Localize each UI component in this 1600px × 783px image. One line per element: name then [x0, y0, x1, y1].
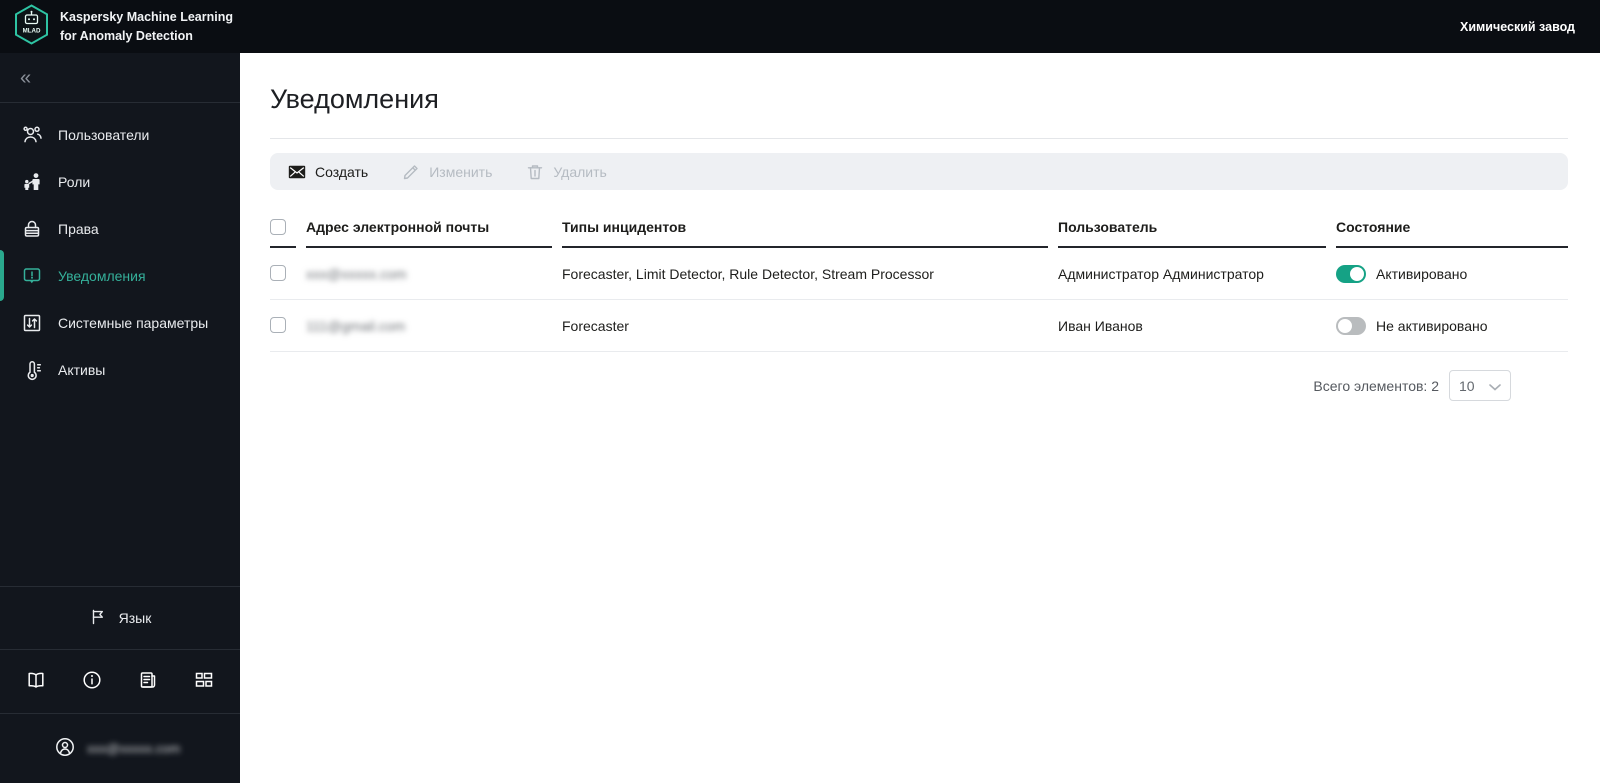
state-cell: Не активировано	[1336, 316, 1568, 335]
toggle-knob	[1338, 318, 1352, 333]
incident-types-cell: Forecaster	[562, 317, 629, 334]
language-button[interactable]: Язык	[0, 586, 240, 649]
sidebar-item-system-parameters[interactable]: Системные параметры	[0, 299, 240, 346]
book-icon	[25, 669, 47, 694]
sidebar-item-permissions[interactable]: Права	[0, 205, 240, 252]
sidebar-item-label: Права	[58, 220, 99, 237]
user-cell: Иван Иванов	[1058, 317, 1143, 334]
notifications-table: Адрес электронной почты Типы инцидентов …	[270, 219, 1568, 352]
envelope-icon	[288, 165, 306, 179]
column-header-email: Адрес электронной почты	[306, 219, 552, 248]
state-toggle[interactable]	[1336, 264, 1366, 283]
table-row: 111@gmail.com Forecaster Иван Иванов Не …	[270, 300, 1568, 352]
user-cell: Администратор Администратор	[1058, 265, 1264, 282]
roles-icon	[21, 171, 43, 193]
sidebar-item-notifications[interactable]: Уведомления	[0, 250, 240, 301]
select-all-cell	[270, 219, 296, 248]
flag-icon	[89, 608, 107, 629]
components-button[interactable]	[193, 669, 215, 694]
tenant-name: Химический завод	[1460, 19, 1575, 34]
row-checkbox[interactable]	[270, 264, 286, 281]
table-row: xxx@xxxxx.com Forecaster, Limit Detector…	[270, 248, 1568, 300]
sidebar-item-assets[interactable]: Активы	[0, 346, 240, 393]
edit-button-label: Изменить	[429, 163, 493, 180]
column-header-state: Состояние	[1336, 219, 1568, 248]
total-items-label: Всего элементов: 2	[1313, 377, 1439, 394]
select-all-checkbox[interactable]	[270, 219, 286, 235]
page-title: Уведомления	[270, 84, 439, 114]
sidebar-nav: Пользователи Роли Права Уведомления Сист…	[0, 103, 240, 393]
create-button-label: Создать	[315, 163, 369, 180]
sidebar-links-row	[0, 649, 240, 713]
mlad-logo-icon: MLAD	[13, 3, 50, 50]
lock-icon	[21, 218, 43, 240]
incident-types-cell: Forecaster, Limit Detector, Rule Detecto…	[562, 265, 934, 282]
active-item-indicator	[0, 250, 4, 301]
pagination: Всего элементов: 2 10	[270, 370, 1568, 401]
create-button[interactable]: Создать	[278, 157, 378, 186]
notification-bubble-icon	[21, 265, 43, 287]
app-title: Kaspersky Machine Learning for Anomaly D…	[60, 9, 233, 43]
column-header-user: Пользователь	[1058, 219, 1326, 248]
checkbox-cell	[270, 264, 296, 283]
chevron-down-icon	[1489, 378, 1501, 394]
language-label: Язык	[118, 610, 152, 626]
email-cell: 111@gmail.com	[306, 317, 406, 334]
edit-button[interactable]: Изменить	[392, 157, 502, 186]
user-account[interactable]: xxx@xxxxx.com	[0, 713, 240, 783]
news-button[interactable]	[137, 669, 159, 694]
sidebar-item-label: Уведомления	[58, 267, 146, 284]
widgets-icon	[193, 669, 215, 694]
user-email: xxx@xxxxx.com	[87, 741, 181, 756]
title-divider	[270, 138, 1568, 139]
person-circle-icon	[54, 736, 76, 761]
sidebar-item-roles[interactable]: Роли	[0, 158, 240, 205]
email-cell: xxx@xxxxx.com	[306, 265, 407, 282]
sidebar-item-label: Системные параметры	[58, 314, 209, 331]
delete-button[interactable]: Удалить	[516, 157, 616, 186]
about-button[interactable]	[81, 669, 103, 694]
state-toggle[interactable]	[1336, 316, 1366, 335]
topbar: MLAD Kaspersky Machine Learning for Anom…	[0, 0, 1600, 53]
main-content: Уведомления Создать Изменить Удалить Адр…	[240, 53, 1600, 783]
info-icon	[81, 669, 103, 694]
column-header-incident-types: Типы инцидентов	[562, 219, 1048, 248]
row-checkbox[interactable]	[270, 316, 286, 333]
documentation-button[interactable]	[25, 669, 47, 694]
toolbar: Создать Изменить Удалить	[270, 153, 1568, 190]
collapse-sidebar-button[interactable]: «	[20, 68, 31, 88]
sidebar: « Пользователи Роли Права Уведомления Си…	[0, 53, 240, 783]
journal-icon	[137, 669, 159, 694]
chevrons-left-icon: «	[20, 66, 32, 89]
checkbox-cell	[270, 316, 296, 335]
toggle-knob	[1350, 266, 1364, 281]
state-label: Активировано	[1376, 265, 1468, 282]
table-header: Адрес электронной почты Типы инцидентов …	[270, 219, 1568, 248]
system-parameters-icon	[21, 312, 43, 334]
pencil-icon	[402, 163, 420, 181]
sidebar-collapse-row: «	[0, 53, 240, 103]
sidebar-item-users[interactable]: Пользователи	[0, 111, 240, 158]
page-size-value: 10	[1459, 377, 1475, 394]
thermometer-icon	[21, 359, 43, 381]
sidebar-bottom: Язык xxx@xxxxx.com	[0, 586, 240, 783]
trash-icon	[526, 163, 544, 181]
users-icon	[21, 124, 43, 146]
sidebar-item-label: Пользователи	[58, 126, 150, 143]
state-label: Не активировано	[1376, 317, 1488, 334]
delete-button-label: Удалить	[553, 163, 607, 180]
sidebar-item-label: Активы	[58, 361, 106, 378]
state-cell: Активировано	[1336, 264, 1568, 283]
page-size-select[interactable]: 10	[1449, 370, 1511, 401]
app-logo-area: MLAD Kaspersky Machine Learning for Anom…	[0, 3, 240, 50]
svg-text:MLAD: MLAD	[23, 27, 41, 34]
sidebar-item-label: Роли	[58, 173, 91, 190]
